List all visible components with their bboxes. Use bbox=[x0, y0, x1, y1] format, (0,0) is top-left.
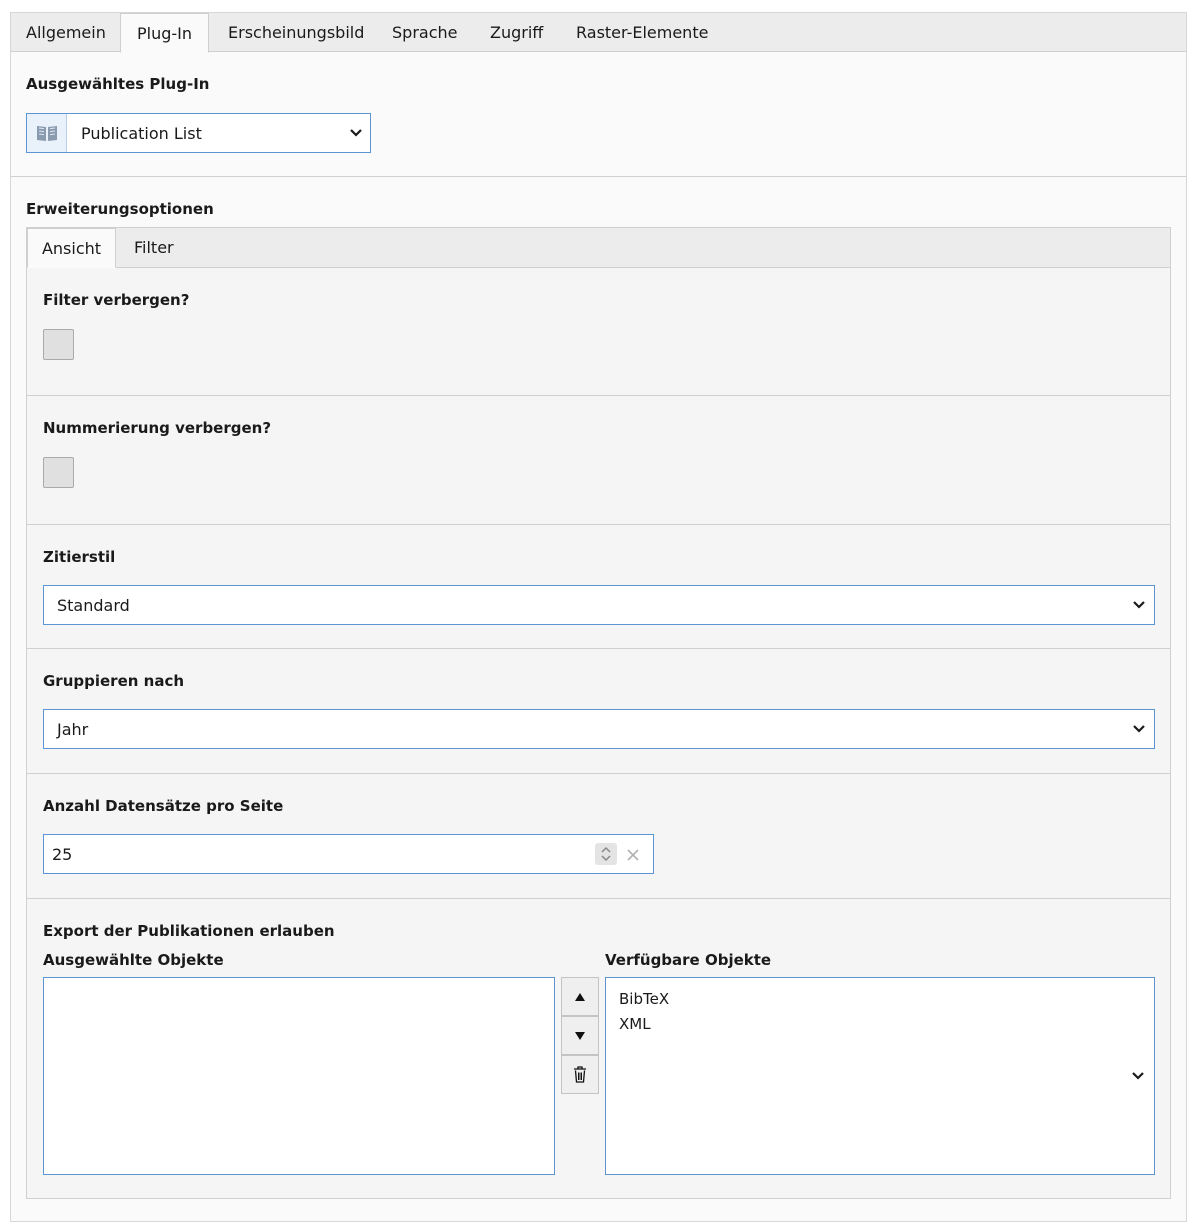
stepper-arrows-icon bbox=[601, 846, 611, 862]
top-tab-bar: Allgemein Plug-In Erscheinungsbild Sprac… bbox=[11, 13, 1186, 53]
citation-style-select[interactable]: Standard bbox=[43, 585, 1155, 625]
chevron-down-icon bbox=[1133, 725, 1145, 733]
plugin-select[interactable]: Publication List bbox=[26, 113, 371, 153]
section-divider bbox=[27, 524, 1170, 525]
citation-style-value: Standard bbox=[57, 596, 130, 615]
plugin-select-value: Publication List bbox=[81, 124, 202, 143]
tab-raster-elemente[interactable]: Raster-Elemente bbox=[576, 13, 708, 52]
move-up-button[interactable] bbox=[561, 977, 599, 1016]
tab-allgemein[interactable]: Allgemein bbox=[26, 13, 106, 52]
chevron-down-icon bbox=[1133, 601, 1145, 609]
number-stepper[interactable] bbox=[595, 843, 617, 865]
group-by-label: Gruppieren nach bbox=[43, 672, 185, 690]
content-element-form: Allgemein Plug-In Erscheinungsbild Sprac… bbox=[10, 12, 1187, 1222]
extension-options-label: Erweiterungsoptionen bbox=[26, 200, 214, 218]
section-divider bbox=[27, 648, 1170, 649]
chevron-down-icon bbox=[350, 129, 362, 137]
move-down-button[interactable] bbox=[561, 1016, 599, 1055]
arrow-up-icon bbox=[575, 992, 585, 1001]
section-divider bbox=[27, 395, 1170, 396]
per-page-input[interactable]: 25 bbox=[43, 834, 654, 874]
available-item-bibtex[interactable]: BibTeX bbox=[619, 990, 669, 1008]
tab-filter[interactable]: Filter bbox=[134, 228, 174, 267]
per-page-label: Anzahl Datensätze pro Seite bbox=[43, 797, 284, 815]
tab-erscheinungsbild[interactable]: Erscheinungsbild bbox=[228, 13, 364, 52]
available-objects-list[interactable]: BibTeX XML bbox=[605, 977, 1155, 1175]
section-divider bbox=[27, 898, 1170, 899]
tab-plug-in[interactable]: Plug-In bbox=[120, 13, 209, 53]
group-by-select[interactable]: Jahr bbox=[43, 709, 1155, 749]
extension-options-panel: Ansicht Filter Filter verbergen? Nummeri… bbox=[26, 227, 1171, 1199]
section-divider bbox=[27, 773, 1170, 774]
book-icon bbox=[37, 126, 57, 141]
tab-sprache[interactable]: Sprache bbox=[392, 13, 457, 52]
chevron-down-icon bbox=[1132, 1072, 1144, 1080]
group-by-value: Jahr bbox=[57, 720, 89, 739]
available-objects-label: Verfügbare Objekte bbox=[605, 951, 772, 969]
arrow-down-icon bbox=[575, 1031, 585, 1040]
clear-icon[interactable] bbox=[627, 849, 639, 861]
hide-filter-label: Filter verbergen? bbox=[43, 291, 190, 309]
available-item-xml[interactable]: XML bbox=[619, 1015, 651, 1033]
selected-objects-label: Ausgewählte Objekte bbox=[43, 951, 224, 969]
selected-objects-list[interactable] bbox=[43, 977, 555, 1175]
tab-ansicht[interactable]: Ansicht bbox=[27, 228, 116, 268]
remove-button[interactable] bbox=[561, 1055, 599, 1094]
per-page-value: 25 bbox=[52, 845, 73, 864]
sub-tab-bar: Ansicht Filter bbox=[27, 228, 1170, 268]
hide-numbering-checkbox[interactable] bbox=[43, 457, 74, 488]
section-divider bbox=[11, 176, 1186, 177]
citation-style-label: Zitierstil bbox=[43, 548, 116, 566]
plugin-icon-box bbox=[27, 114, 67, 152]
hide-numbering-label: Nummerierung verbergen? bbox=[43, 419, 272, 437]
trash-icon bbox=[574, 1066, 586, 1083]
hide-filter-checkbox[interactable] bbox=[43, 329, 74, 360]
tab-zugriff[interactable]: Zugriff bbox=[490, 13, 543, 52]
plugin-label: Ausgewähltes Plug-In bbox=[26, 75, 210, 93]
export-label: Export der Publikationen erlauben bbox=[43, 922, 335, 940]
